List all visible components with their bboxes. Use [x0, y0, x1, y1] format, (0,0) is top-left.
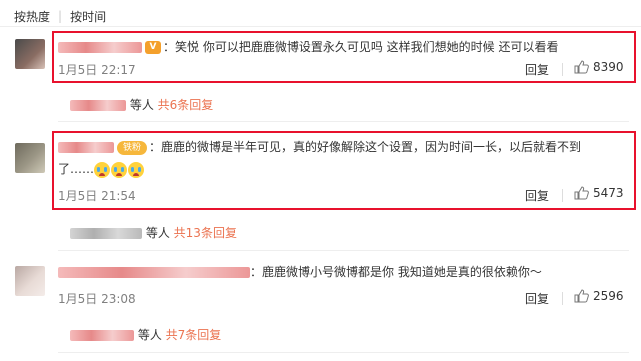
- username-blurred[interactable]: [70, 100, 126, 111]
- like-count: 8390: [593, 60, 624, 74]
- view-replies-link[interactable]: 共6条回复: [158, 98, 214, 112]
- divider: [562, 292, 563, 305]
- divider: [562, 189, 563, 202]
- comment-text: V ：笑悦 你可以把鹿鹿微博设置永久可见吗 这样我们想她的时候 还可以看看: [58, 39, 558, 55]
- avatar[interactable]: [15, 39, 45, 69]
- like-button[interactable]: 2596: [574, 289, 624, 303]
- like-count: 2596: [593, 289, 624, 303]
- comment-text: ：鹿鹿微博小号微博都是你 我知道她是真的很依赖你～: [58, 264, 542, 280]
- reply-button[interactable]: 回复: [525, 61, 549, 78]
- username-blurred[interactable]: [58, 267, 250, 278]
- reply-button[interactable]: 回复: [525, 290, 549, 307]
- divider: [58, 121, 629, 122]
- divider: [58, 352, 629, 353]
- crying-emoji-icon: [128, 161, 145, 178]
- comment-time: 1月5日 22:17: [58, 63, 136, 77]
- crying-emoji-icon: [94, 161, 111, 178]
- divider: [58, 250, 629, 251]
- like-count: 5473: [593, 186, 624, 200]
- username-blurred[interactable]: [70, 228, 142, 239]
- reply-button[interactable]: 回复: [525, 187, 549, 204]
- sort-by-hot[interactable]: 按热度: [14, 8, 50, 25]
- sub-replies: 等人 共13条回复: [70, 224, 237, 241]
- vip-badge-icon: V: [145, 41, 161, 54]
- sub-replies-people: 等人: [129, 98, 154, 112]
- crying-emoji-icon: [111, 161, 128, 178]
- sub-replies-people: 等人: [145, 226, 170, 240]
- sort-divider: |: [58, 9, 63, 23]
- like-button[interactable]: 5473: [574, 186, 624, 200]
- comment-body: 了……: [58, 162, 95, 176]
- sort-by-time[interactable]: 按时间: [70, 8, 106, 25]
- divider: [562, 63, 563, 76]
- sort-bar: 按热度 | 按时间: [14, 6, 106, 26]
- comment-time: 1月5日 23:08: [58, 292, 136, 306]
- thumbs-up-icon: [574, 60, 589, 74]
- sub-replies: 等人 共6条回复: [70, 96, 213, 113]
- username-blurred[interactable]: [58, 42, 142, 53]
- fan-badge: 铁粉: [117, 140, 147, 155]
- username-blurred[interactable]: [70, 330, 134, 341]
- divider: [0, 26, 641, 27]
- view-replies-link[interactable]: 共7条回复: [166, 328, 222, 342]
- comment-body: ：鹿鹿微博小号微博都是你 我知道她是真的很依赖你～: [250, 265, 542, 279]
- thumbs-up-icon: [574, 186, 589, 200]
- sub-replies-people: 等人: [137, 328, 162, 342]
- avatar[interactable]: [15, 266, 45, 296]
- username-blurred[interactable]: [58, 142, 114, 153]
- sub-replies: 等人 共7条回复: [70, 326, 221, 343]
- comment-time: 1月5日 21:54: [58, 189, 136, 203]
- comment-text: 铁粉 ：鹿鹿的微博是半年可见，真的好像解除这个设置，因为时间一长，以后就看不到: [58, 139, 581, 155]
- avatar[interactable]: [15, 143, 45, 173]
- like-button[interactable]: 8390: [574, 60, 624, 74]
- thumbs-up-icon: [574, 289, 589, 303]
- comment-text-continued: 了……: [58, 161, 145, 178]
- comment-body: ：鹿鹿的微博是半年可见，真的好像解除这个设置，因为时间一长，以后就看不到: [149, 140, 582, 154]
- view-replies-link[interactable]: 共13条回复: [174, 226, 237, 240]
- comment-body: ：笑悦 你可以把鹿鹿微博设置永久可见吗 这样我们想她的时候 还可以看看: [163, 40, 559, 54]
